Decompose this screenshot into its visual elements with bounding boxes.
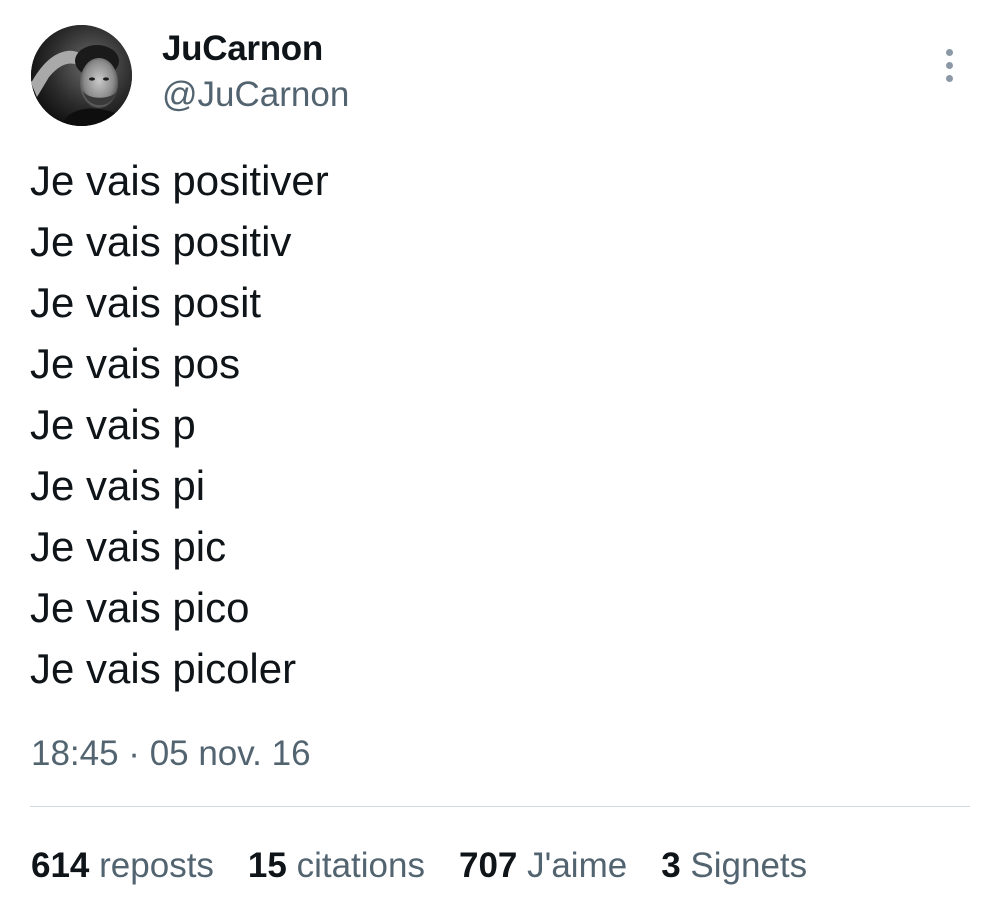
- reposts-label: reposts: [99, 846, 214, 885]
- tweet-line: Je vais picoler: [30, 645, 297, 692]
- tweet-line: Je vais positiver: [30, 157, 329, 204]
- likes-label: J'aime: [527, 846, 628, 885]
- reposts-stat[interactable]: 614 reposts: [31, 845, 214, 887]
- tweet-line: Je vais pos: [30, 340, 241, 387]
- more-vertical-icon-dot-2: [945, 61, 953, 69]
- divider: [30, 806, 970, 807]
- tweet-line: Je vais pico: [30, 584, 250, 631]
- likes-count: 707: [459, 846, 518, 885]
- more-vertical-icon: [945, 48, 953, 56]
- tweet-line: Je vais p: [30, 401, 196, 448]
- avatar-photo: [31, 25, 132, 126]
- engagement-stats: 614 reposts 15 citations 707 J'aime 3 Si…: [31, 845, 807, 887]
- bookmarks-label: Signets: [690, 846, 808, 885]
- bookmarks-count: 3: [661, 846, 681, 885]
- avatar[interactable]: [31, 25, 132, 126]
- bookmarks-stat[interactable]: 3 Signets: [661, 845, 807, 887]
- tweet-text: Je vais positiver Je vais positiv Je vai…: [30, 150, 329, 699]
- quotes-stat[interactable]: 15 citations: [248, 845, 425, 887]
- more-vertical-icon-dot-3: [945, 74, 953, 82]
- more-options-button[interactable]: [930, 44, 968, 86]
- author-handle[interactable]: @JuCarnon: [162, 74, 349, 116]
- tweet-line: Je vais positiv: [30, 218, 292, 265]
- author-display-name[interactable]: JuCarnon: [162, 28, 323, 70]
- quotes-count: 15: [247, 846, 287, 885]
- tweet-line: Je vais posit: [30, 279, 262, 326]
- tweet-card: JuCarnon @JuCarnon Je vais positiver Je …: [0, 0, 1000, 920]
- tweet-line: Je vais pic: [30, 523, 227, 570]
- tweet-timestamp[interactable]: 18:45 · 05 nov. 16: [31, 733, 311, 775]
- reposts-count: 614: [31, 846, 90, 885]
- tweet-line: Je vais pi: [30, 462, 206, 509]
- likes-stat[interactable]: 707 J'aime: [459, 845, 627, 887]
- quotes-label: citations: [296, 846, 425, 885]
